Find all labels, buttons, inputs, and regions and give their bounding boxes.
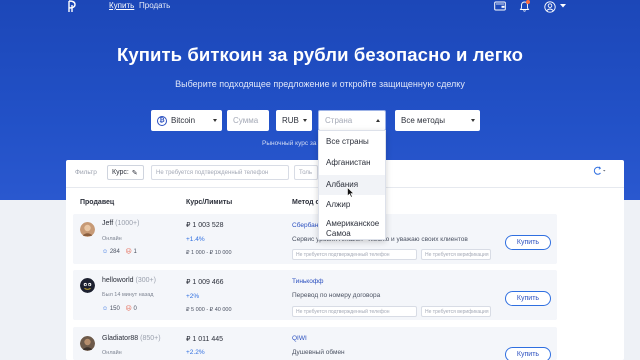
phone-filter-placeholder: Не требуется подтвержденный телефон [156, 169, 269, 176]
requirement-tag-phone-text: Не требуется подтвержденный телефон [296, 308, 390, 315]
payment-method-link[interactable]: QIWI [292, 335, 307, 342]
crypto-select[interactable]: ₿ Bitcoin [151, 110, 222, 131]
country-dropdown-menu: Все страны Афганистан Албания Алжир Амер… [318, 130, 386, 240]
offer-price: ₽ 1 009 466 [186, 279, 224, 286]
country-option[interactable]: Афганистан [319, 158, 385, 168]
seller-reputation: (300+) [135, 277, 156, 284]
offer-limits: ₽ 5 000 - ₽ 40 000 [186, 307, 232, 313]
seller-name[interactable]: Gladiator88 (850+) [102, 335, 161, 342]
amount-placeholder: Сумма [233, 116, 259, 125]
offer-price: ₽ 1 011 445 [186, 336, 224, 343]
rate-filter-label: Курс: [112, 169, 129, 176]
avatar [80, 336, 95, 351]
seller-status: Онлайн [102, 350, 122, 356]
seller-status: Онлайн [102, 236, 122, 242]
dislikes-count: 0 [133, 306, 137, 312]
requirement-tag-phone-text: Не требуется подтвержденный телефон [296, 251, 390, 258]
thumbs-up-icon: ☺ [102, 249, 109, 255]
offer-premium: +2.2% [186, 349, 205, 356]
avatar [80, 222, 95, 237]
thumbs-down-icon: ☹ [125, 249, 132, 255]
requirement-tag-verification: Не требуется верификация [421, 249, 491, 260]
country-placeholder: Страна [325, 116, 353, 125]
notification-dot [526, 0, 530, 4]
buy-button-label: Купить [516, 295, 540, 302]
amount-input[interactable]: Сумма [227, 110, 269, 131]
offer-limits: ₽ 1 000 - ₽ 10 000 [186, 250, 232, 256]
offer-price: ₽ 1 003 528 [186, 222, 224, 229]
payment-method-link[interactable]: Тинькофф [292, 278, 324, 285]
filter-label: Фильтр [75, 169, 97, 176]
chevron-down-icon [471, 119, 475, 122]
buy-button-label: Купить [516, 351, 540, 358]
refresh-icon[interactable] [592, 166, 606, 176]
offer-description: Душевный обмен [292, 349, 345, 356]
requirement-tag-phone: Не требуется подтвержденный телефон [292, 249, 417, 260]
page-title: Купить биткоин за рубли безопасно и легк… [116, 44, 524, 65]
currency-select[interactable]: RUB [276, 110, 312, 131]
mouse-cursor-icon [347, 187, 355, 198]
likes-count: 284 [109, 249, 120, 255]
likes-count: 150 [109, 306, 120, 312]
payment-method-link[interactable]: Сбербанк [292, 222, 321, 229]
nav-sell-link[interactable]: Продать [139, 1, 170, 10]
thumbs-down-icon: ☹ [125, 306, 132, 312]
crypto-select-value: Bitcoin [171, 116, 196, 125]
market-rate-note: Рыночный курс за [262, 140, 317, 147]
buy-button-label: Купить [516, 239, 540, 246]
wallet-icon[interactable] [494, 1, 506, 11]
requirement-tag-phone: Не требуется подтвержденный телефон [292, 306, 417, 317]
profile-icon[interactable] [544, 1, 556, 13]
seller-name-text: Jeff [102, 220, 114, 227]
requirement-tag-verification: Не требуется верификация [421, 306, 491, 317]
column-header-rate: Курс/Лимиты [186, 199, 233, 206]
country-option[interactable]: Все страны [319, 137, 385, 147]
offer-premium: +2% [186, 293, 200, 300]
country-option[interactable]: Алжир [319, 200, 385, 210]
extra-filter-input[interactable]: Толь [294, 165, 318, 180]
page-subtitle: Выберите подходящее предложение и открой… [175, 79, 465, 89]
offer-premium: +1.4% [186, 236, 205, 243]
seller-status: Был 14 минут назад [102, 292, 154, 298]
chevron-down-icon [213, 119, 217, 122]
requirement-tag-verification-text: Не требуется верификация [425, 308, 489, 315]
seller-name[interactable]: helloworld (300+) [102, 277, 156, 284]
seller-reputation: (850+) [140, 335, 161, 342]
rate-filter-button[interactable]: Курс: ✎ [107, 165, 144, 180]
method-select[interactable]: Все методы [395, 110, 480, 131]
buy-button[interactable]: Купить [505, 347, 551, 360]
country-select[interactable]: Страна [318, 110, 386, 131]
seller-name[interactable]: Jeff (1000+) [102, 220, 139, 227]
phone-filter-input[interactable]: Не требуется подтвержденный телефон [151, 165, 289, 180]
thumbs-up-icon: ☺ [102, 306, 109, 312]
column-header-seller: Продавец [80, 199, 115, 206]
bitcoin-icon: ₿ [157, 115, 167, 126]
seller-name-text: helloworld [102, 277, 134, 284]
buy-button[interactable]: Купить [505, 235, 551, 250]
avatar [80, 278, 95, 293]
seller-reputation: (1000+) [115, 220, 140, 227]
currency-select-value: RUB [282, 116, 299, 125]
pencil-icon: ✎ [131, 169, 138, 177]
buy-button[interactable]: Купить [505, 291, 551, 306]
seller-stats: ☺ 284 ☹ 1 [102, 248, 137, 255]
dislikes-count: 1 [133, 249, 137, 255]
chevron-down-icon[interactable] [560, 4, 566, 8]
seller-name-text: Gladiator88 [102, 335, 139, 342]
method-select-value: Все методы [401, 116, 445, 125]
requirement-tag-verification-text: Не требуется верификация [425, 251, 489, 258]
top-bar: Купить Продать [0, 0, 640, 14]
seller-stats: ☺ 150 ☹ 0 [102, 305, 137, 312]
extra-filter-placeholder: Толь [299, 169, 313, 176]
country-option[interactable]: Американское Самоа [319, 219, 385, 239]
logo-icon[interactable] [66, 0, 78, 13]
offer-description: Перевод по номеру договора [292, 292, 381, 299]
chevron-up-icon [376, 119, 380, 122]
chevron-down-icon [303, 119, 307, 122]
nav-buy-link[interactable]: Купить [109, 1, 134, 10]
column-header-method: Метод о [292, 199, 320, 206]
